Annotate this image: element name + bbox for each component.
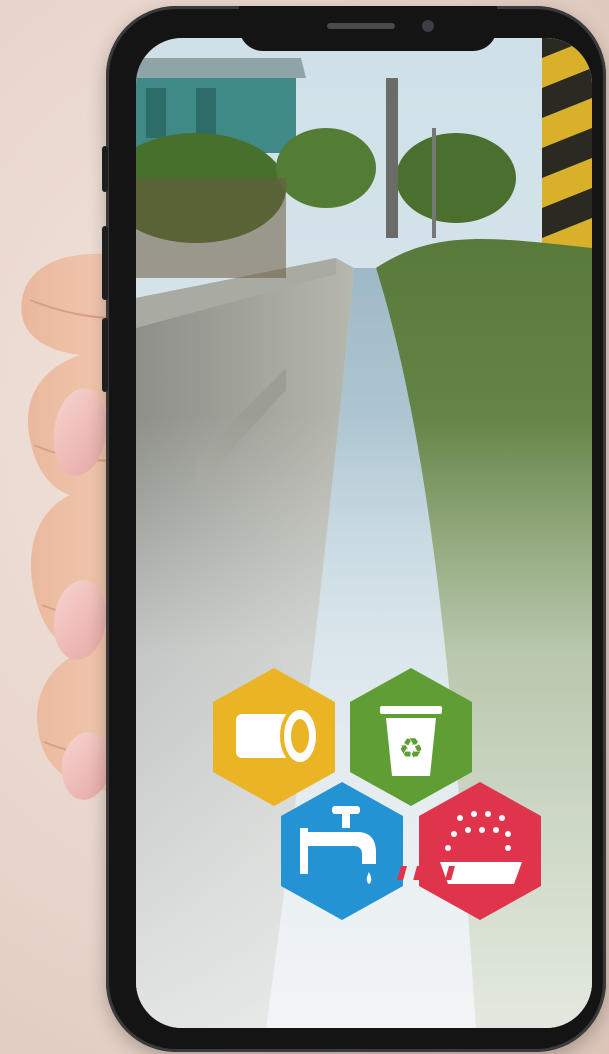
mute-switch	[102, 146, 108, 192]
hex-service-logo: ♻	[213, 668, 541, 920]
phone-screen: ♻	[136, 38, 592, 1028]
water-tap-icon	[281, 782, 403, 920]
front-camera	[422, 20, 434, 32]
pipe-icon	[213, 668, 335, 806]
volume-down-button	[102, 318, 108, 392]
rain-drain-icon	[397, 782, 541, 920]
earpiece-speaker	[327, 23, 395, 29]
phone-notch	[239, 6, 497, 51]
smartphone: ♻	[102, 6, 606, 1052]
volume-up-button	[102, 226, 108, 300]
recycle-bin-icon: ♻	[350, 668, 472, 806]
svg-text:♻: ♻	[398, 732, 423, 765]
